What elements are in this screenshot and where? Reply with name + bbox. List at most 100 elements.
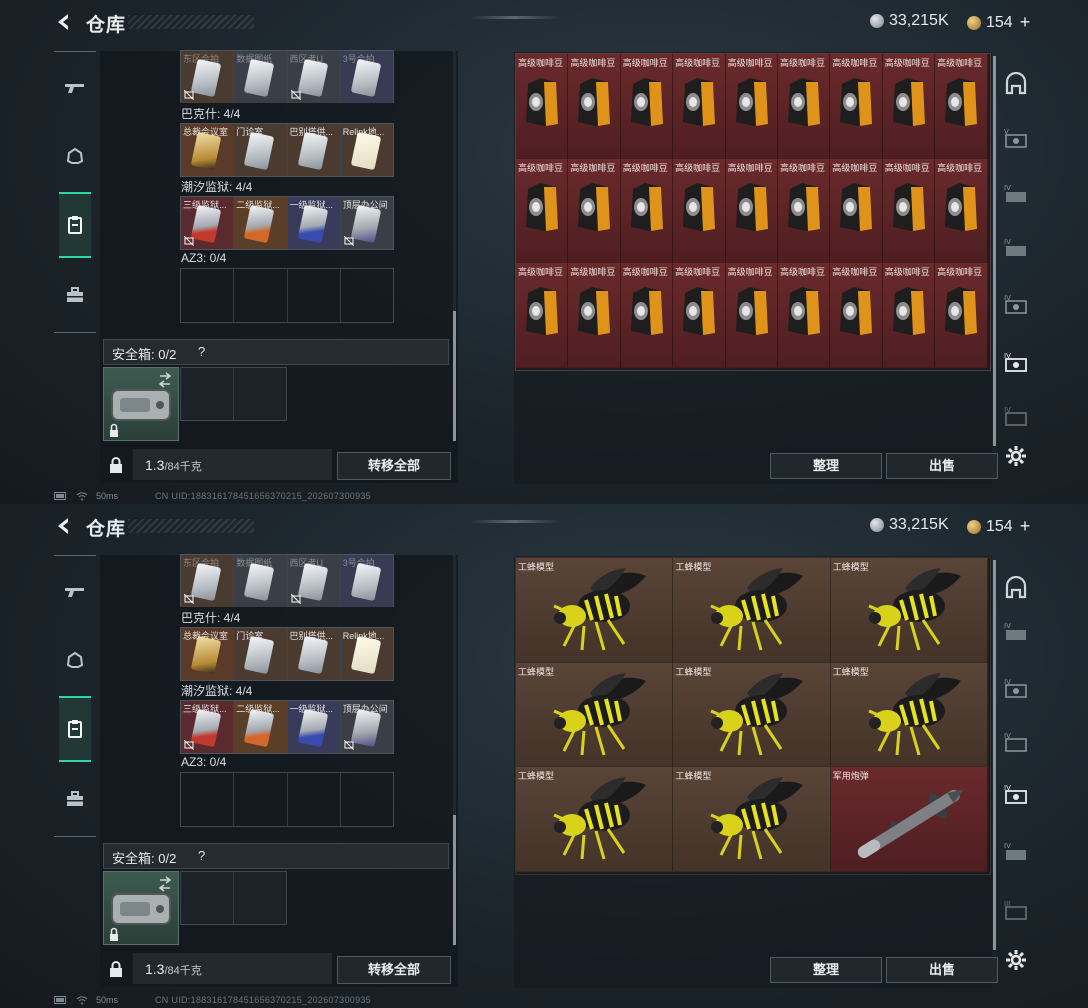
empty-slot[interactable] xyxy=(288,269,341,322)
coffee-bean-item[interactable]: 高级咖啡豆 xyxy=(882,54,936,159)
keycard-slot[interactable]: 3号会拍 xyxy=(340,51,393,103)
sort-button[interactable]: 整理 xyxy=(770,453,882,479)
nav-toolbox[interactable] xyxy=(59,768,91,830)
coffee-bean-item[interactable]: 高级咖啡豆 xyxy=(516,263,569,368)
coffee-bean-item[interactable]: 高级咖啡豆 xyxy=(777,158,831,264)
coffee-bean-item[interactable]: 高级咖啡豆 xyxy=(568,158,621,264)
coffee-bean-item[interactable]: 高级咖啡豆 xyxy=(882,263,936,368)
nav-armor[interactable] xyxy=(59,629,91,691)
coffee-bean-item[interactable]: 高级咖啡豆 xyxy=(673,54,726,159)
coffee-bean-item[interactable]: 高级咖啡豆 xyxy=(725,263,778,368)
keycard-slot[interactable]: 西区者U xyxy=(287,51,341,103)
worker-bee-model-item[interactable]: 工蜂模型 xyxy=(516,767,674,872)
coffee-bean-item[interactable]: 高级咖啡豆 xyxy=(777,54,831,159)
coffee-bean-item[interactable]: 高级咖啡豆 xyxy=(830,158,883,264)
back-arrow-icon[interactable] xyxy=(54,12,74,32)
coffee-bean-item[interactable]: 高级咖啡豆 xyxy=(777,263,831,368)
coffee-bean-item[interactable]: 高级咖啡豆 xyxy=(516,54,569,159)
keycard-slot[interactable]: 一级监狱... xyxy=(287,197,341,249)
keycard-slot[interactable]: 3号会拍 xyxy=(340,555,393,607)
keycard-slot[interactable]: 东区会拍 xyxy=(181,51,235,103)
worker-bee-model-item[interactable]: 工蜂模型 xyxy=(516,558,674,663)
tab-level3[interactable]: IV xyxy=(1000,832,1032,872)
coffee-bean-item[interactable]: 高级咖啡豆 xyxy=(935,263,988,368)
keycard-slot[interactable]: 门诊室 xyxy=(234,124,288,176)
gold-currency[interactable]: 154 + xyxy=(967,516,1030,537)
keycard-slot[interactable]: 顶层办公间 xyxy=(340,701,393,753)
nav-weapons[interactable] xyxy=(59,57,91,119)
keycard-slot[interactable]: 一级监狱... xyxy=(287,701,341,753)
left-scrollbar[interactable] xyxy=(453,815,456,945)
keycard-slot[interactable]: 总裁会议室 xyxy=(181,628,235,680)
coffee-bean-item[interactable]: 高级咖啡豆 xyxy=(830,263,883,368)
sell-button[interactable]: 出售 xyxy=(886,957,998,983)
add-currency-icon[interactable]: + xyxy=(1020,12,1031,33)
safe-case-slots[interactable] xyxy=(180,367,287,421)
empty-slot[interactable] xyxy=(234,773,288,826)
tab-level3[interactable]: IV xyxy=(1000,284,1032,324)
tab-level3-active[interactable]: IV xyxy=(1000,774,1032,814)
coffee-bean-item[interactable]: 高级咖啡豆 xyxy=(620,158,674,264)
tab-level3-active[interactable]: IV xyxy=(1000,342,1032,382)
safe-case-slots[interactable] xyxy=(180,871,287,925)
coffee-bean-item[interactable]: 高级咖啡豆 xyxy=(725,54,778,159)
keycard-slot[interactable]: 东区会拍 xyxy=(181,555,235,607)
coffee-bean-item[interactable]: 高级咖啡豆 xyxy=(935,158,988,264)
worker-bee-model-item[interactable]: 工蜂模型 xyxy=(516,662,674,768)
gold-currency[interactable]: 154 + xyxy=(967,12,1030,33)
coffee-bean-item[interactable]: 高级咖啡豆 xyxy=(568,54,621,159)
keycard-slot[interactable]: 三级监狱... xyxy=(181,197,235,249)
keycard-slot[interactable]: 总裁会议室 xyxy=(181,124,235,176)
coffee-bean-item[interactable]: 高级咖啡豆 xyxy=(516,158,569,264)
tab-level4b[interactable]: IV xyxy=(1000,228,1032,268)
back-arrow-icon[interactable] xyxy=(54,516,74,536)
empty-slot[interactable] xyxy=(288,773,341,826)
tab-all[interactable] xyxy=(1000,64,1032,104)
empty-slot[interactable] xyxy=(234,269,288,322)
keycard-slot[interactable]: Relink地... xyxy=(340,124,393,176)
safe-case-item[interactable] xyxy=(103,871,179,945)
add-currency-icon[interactable]: + xyxy=(1020,516,1031,537)
keycard-slot[interactable]: 巴别塔供... xyxy=(287,124,341,176)
empty-slot[interactable] xyxy=(181,773,235,826)
settings-gear-icon[interactable] xyxy=(1005,445,1027,467)
nav-weapons[interactable] xyxy=(59,561,91,623)
worker-bee-model-item[interactable]: 工蜂模型 xyxy=(830,662,989,768)
coffee-bean-item[interactable]: 高级咖啡豆 xyxy=(673,158,726,264)
transfer-all-button[interactable]: 转移全部 xyxy=(337,956,451,984)
worker-bee-model-item[interactable]: 工蜂模型 xyxy=(673,767,831,872)
tab-level4b[interactable]: IV xyxy=(1000,722,1032,762)
nav-keycards[interactable] xyxy=(59,696,91,762)
worker-bee-model-item[interactable]: 工蜂模型 xyxy=(673,558,831,663)
coffee-bean-item[interactable]: 高级咖啡豆 xyxy=(882,158,936,264)
sell-button[interactable]: 出售 xyxy=(886,453,998,479)
safe-case-item[interactable] xyxy=(103,367,179,441)
tab-level2[interactable]: III xyxy=(1000,890,1032,930)
help-icon[interactable]: ? xyxy=(198,848,205,863)
transfer-all-button[interactable]: 转移全部 xyxy=(337,452,451,480)
nav-toolbox[interactable] xyxy=(59,264,91,326)
settings-gear-icon[interactable] xyxy=(1005,949,1027,971)
help-icon[interactable]: ? xyxy=(198,344,205,359)
tab-all[interactable] xyxy=(1000,568,1032,608)
worker-bee-model-item[interactable]: 工蜂模型 xyxy=(830,558,989,663)
keycard-slot[interactable]: 二级监狱... xyxy=(234,197,288,249)
tab-level4[interactable]: IV xyxy=(1000,174,1032,214)
empty-slot[interactable] xyxy=(341,773,393,826)
nav-keycards[interactable] xyxy=(59,192,91,258)
empty-slot[interactable] xyxy=(181,269,235,322)
keycard-slot[interactable]: 二级监狱... xyxy=(234,701,288,753)
nav-armor[interactable] xyxy=(59,125,91,187)
tab-level5[interactable]: IV xyxy=(1000,612,1032,652)
keycard-slot[interactable]: 门诊室 xyxy=(234,628,288,680)
keycard-slot[interactable]: 三级监狱... xyxy=(181,701,235,753)
keycard-slot[interactable]: 数据图纸 xyxy=(234,51,288,103)
coffee-bean-item[interactable]: 高级咖啡豆 xyxy=(673,263,726,368)
coffee-bean-item[interactable]: 高级咖啡豆 xyxy=(725,158,778,264)
tab-level2[interactable]: IV xyxy=(1000,396,1032,436)
keycard-slot[interactable]: 西区者U xyxy=(287,555,341,607)
keycard-slot[interactable]: 顶层办公间 xyxy=(340,197,393,249)
coffee-bean-item[interactable]: 高级咖啡豆 xyxy=(830,54,883,159)
keycard-slot[interactable]: 巴别塔供... xyxy=(287,628,341,680)
coffee-bean-item[interactable]: 高级咖啡豆 xyxy=(620,54,674,159)
